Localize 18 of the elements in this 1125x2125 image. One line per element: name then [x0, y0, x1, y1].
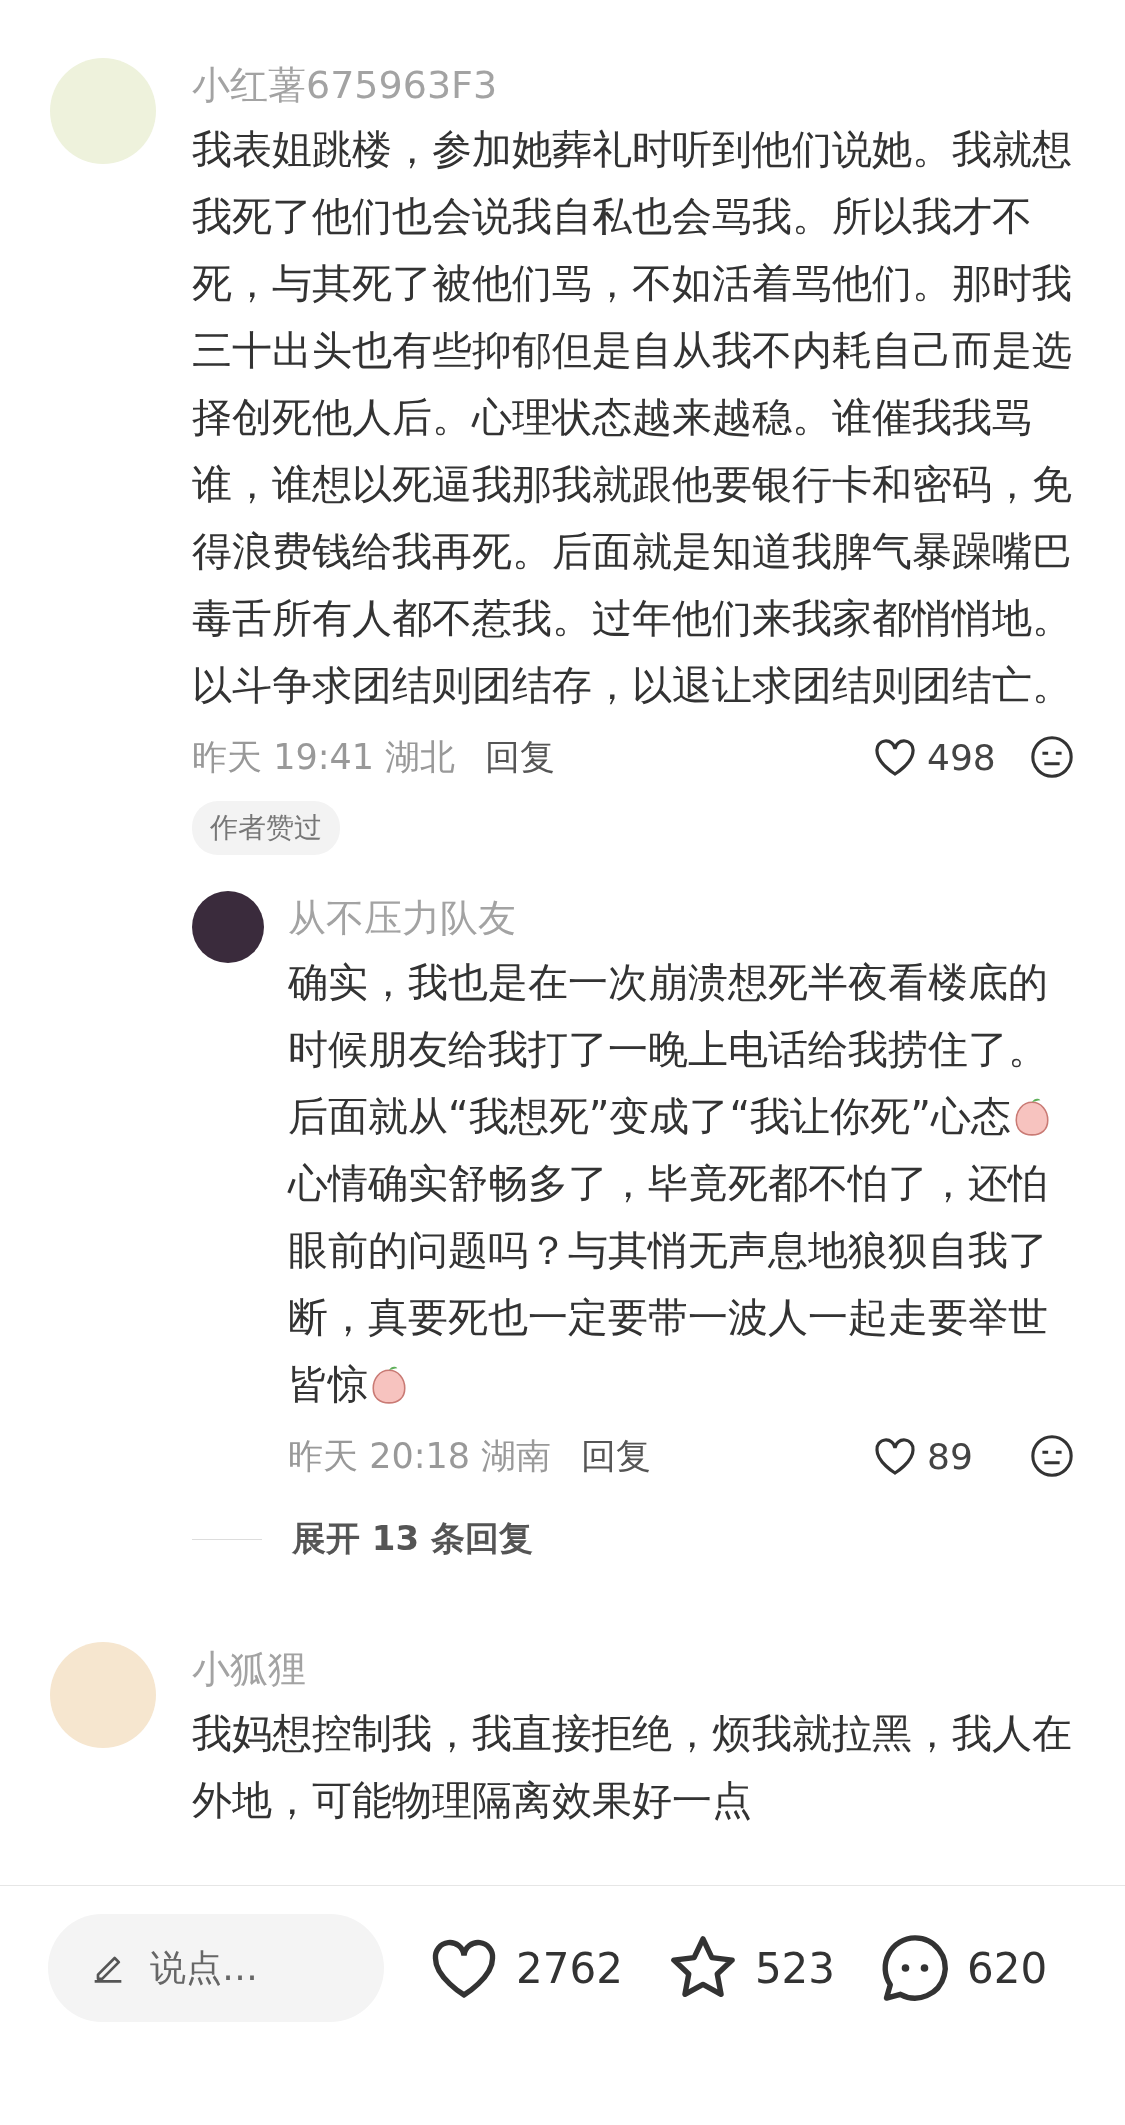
- meh-face-icon[interactable]: [1029, 1433, 1075, 1479]
- meh-face-icon[interactable]: [1029, 734, 1075, 780]
- comment-text: 确实，我也是在一次崩溃想死半夜看楼底的时候朋友给我打了一晚上电话给我捞住了。后面就从“我想死”变成了“我让你死”心态 心情确实舒畅多了，毕竟死都不怕了，还怕眼前的问题吗？与其悄无声息地狼狈自我了断，真要死也一定要带一波人一起走要举世皆惊: [288, 949, 1075, 1418]
- author-liked-tag: 作者赞过: [192, 801, 340, 855]
- comment-input[interactable]: 说点…: [48, 1914, 384, 2022]
- comment-meta: 昨天 20:18 湖南: [288, 1434, 552, 1478]
- comment-meta: 昨天 19:41 湖北: [192, 735, 456, 779]
- like-count: 89: [927, 1435, 974, 1477]
- like-count: 2762: [516, 1943, 623, 1993]
- comment-text: 我妈想控制我，我直接拒绝，烦我就拉黑，我人在外地，可能物理隔离效果好一点: [192, 1709, 1073, 1825]
- reply-button[interactable]: 回复: [485, 733, 556, 781]
- expand-replies-link[interactable]: 展开 13 条回复: [292, 1516, 533, 1562]
- reply-button[interactable]: 回复: [581, 1432, 652, 1480]
- star-count: 523: [754, 1943, 836, 1993]
- like-count: 498: [927, 736, 997, 778]
- avatar[interactable]: [192, 891, 264, 963]
- comment-count: 620: [967, 1943, 1048, 1993]
- comment-text: 我表姐跳楼，参加她葬礼时听到他们说她。我就想我死了他们也会说我自私也会骂我。所以我才不死，与其死了被他们骂，不如活着骂他们。那时我三十出头也有些抑郁但是自从我不内耗自己而是选择创死他人后。心理状态越来越稳。谁催我我骂谁，谁想以死逼我那我就跟他要银行卡和密码，免得浪费钱给我再死。后面就是知道我脾气暴躁嘴巴毒舌所有人都不惹我。过年他们来我家都悄悄地。以斗争求团结则团结存，以退让求团结则团结亡。: [192, 125, 1073, 710]
